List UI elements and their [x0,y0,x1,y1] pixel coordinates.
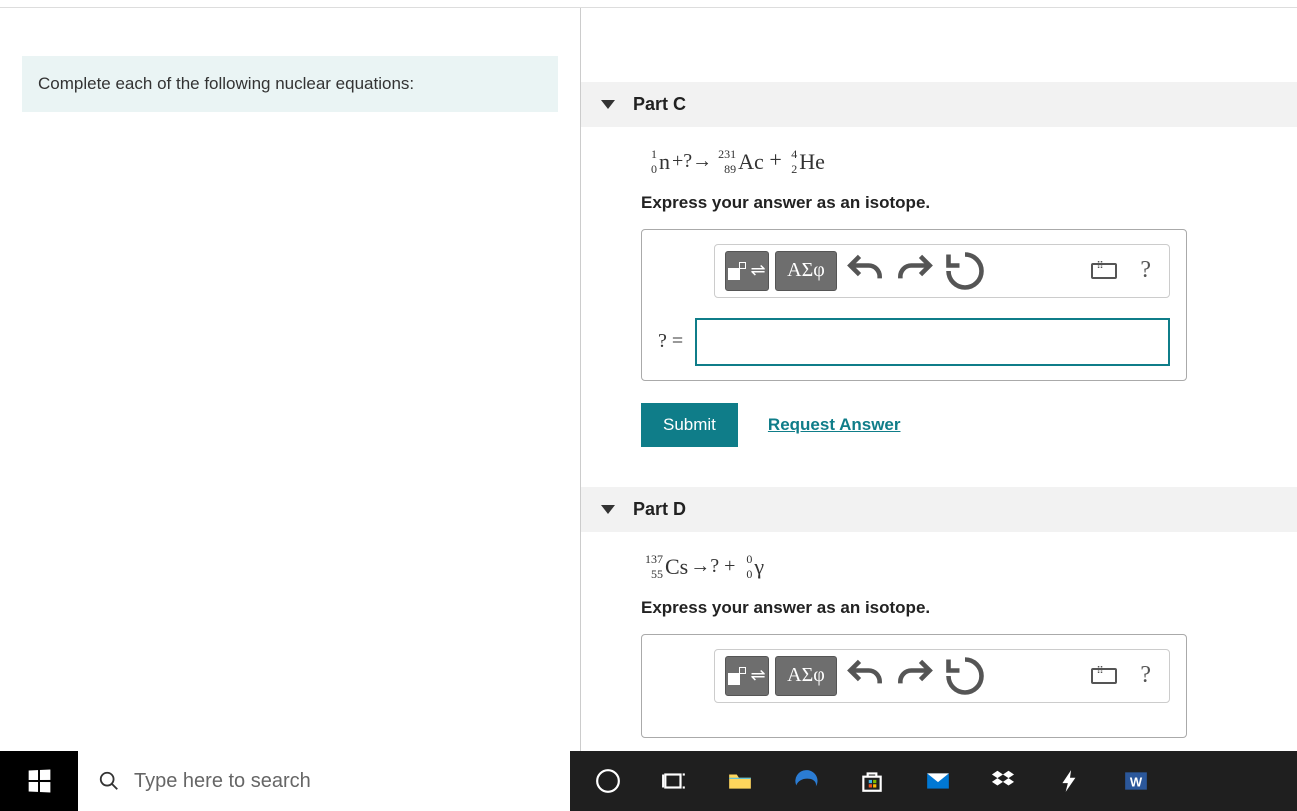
reset-button[interactable] [943,251,987,291]
circle-icon [595,768,621,794]
part-d-section: Part D 137 55 Cs →? + 0 0 γ Express your… [581,487,1297,738]
answer-input[interactable] [695,318,1170,366]
word-icon: W [1123,768,1149,794]
greek-letters-button[interactable]: ΑΣφ [775,656,837,696]
part-d-answer-box: ⇌ ΑΣφ [641,634,1187,738]
file-explorer-button[interactable] [726,767,754,795]
equation-text: +?→ [670,150,714,172]
app-button[interactable] [1056,767,1084,795]
task-view-icon [661,768,687,794]
template-button[interactable]: ⇌ [725,251,769,291]
mass-number: 0 [746,552,752,567]
part-c-equation: 1 0 n +?→ 231 89 Ac + 4 2 He [641,147,1297,175]
submit-button[interactable]: Submit [641,403,738,447]
part-c-section: Part C 1 0 n +?→ 231 89 Ac + 4 2 He [581,82,1297,447]
element-symbol: γ [752,554,764,579]
mass-number: 231 [718,147,736,162]
greek-letters-button[interactable]: ΑΣφ [775,251,837,291]
atomic-number: 2 [791,162,797,177]
undo-button[interactable] [843,656,887,696]
atomic-number: 0 [651,162,657,177]
redo-button[interactable] [893,656,937,696]
lightning-icon [1057,768,1083,794]
part-d-equation: 137 55 Cs →? + 0 0 γ [641,552,1297,580]
redo-icon [893,249,937,293]
dropbox-button[interactable] [990,767,1018,795]
help-button[interactable]: ? [1132,257,1159,284]
equation-toolbar: ⇌ ΑΣφ [714,649,1170,703]
content-area: Complete each of the following nuclear e… [0,8,1297,751]
equation-text: + [764,147,787,172]
left-panel: Complete each of the following nuclear e… [0,8,580,751]
element-symbol: Cs [663,554,688,579]
keyboard-button[interactable] [1082,251,1126,291]
part-c-body: 1 0 n +?→ 231 89 Ac + 4 2 He Express you… [581,127,1297,447]
element-symbol: He [797,149,825,174]
action-row: Submit Request Answer [641,403,1297,447]
redo-button[interactable] [893,251,937,291]
part-c-instruction: Express your answer as an isotope. [641,193,1297,213]
part-c-title: Part C [633,94,686,115]
taskbar-search[interactable]: Type here to search [78,751,570,811]
part-d-title: Part D [633,499,686,520]
mail-icon [925,768,951,794]
cortana-button[interactable] [594,767,622,795]
atomic-number: 0 [746,567,752,582]
top-border [0,0,1297,8]
element-symbol: Ac [736,149,764,174]
atomic-number: 89 [724,162,736,177]
element-symbol: n [657,149,670,174]
dropbox-icon [991,768,1017,794]
input-label: ? = [658,330,683,353]
part-d-header[interactable]: Part D [581,487,1297,532]
edge-button[interactable] [792,767,820,795]
reset-icon [943,654,987,698]
arrows-icon: ⇌ [750,665,765,686]
store-button[interactable] [858,767,886,795]
right-panel: Part C 1 0 n +?→ 231 89 Ac + 4 2 He [581,8,1297,751]
windows-taskbar: Type here to search W [0,751,1297,811]
undo-button[interactable] [843,251,887,291]
start-button[interactable] [0,751,78,811]
task-view-button[interactable] [660,767,688,795]
input-row: ? = [658,318,1170,366]
chevron-down-icon [601,100,615,109]
keyboard-icon [1091,263,1117,279]
undo-icon [843,654,887,698]
part-d-body: 137 55 Cs →? + 0 0 γ Express your answer… [581,532,1297,738]
keyboard-icon [1091,668,1117,684]
equation-text: →? + [688,555,742,577]
reset-icon [943,249,987,293]
arrows-icon: ⇌ [750,260,765,281]
svg-text:W: W [1130,774,1143,789]
keyboard-button[interactable] [1082,656,1126,696]
superscript-icon [728,667,746,685]
windows-logo-icon [29,769,51,792]
folder-icon [727,768,753,794]
mass-number: 137 [645,552,663,567]
search-placeholder: Type here to search [134,770,311,793]
part-c-answer-box: ⇌ ΑΣφ [641,229,1187,381]
template-button[interactable]: ⇌ [725,656,769,696]
superscript-icon [728,262,746,280]
search-icon [98,770,120,792]
word-button[interactable]: W [1122,767,1150,795]
mass-number: 1 [651,147,657,162]
atomic-number: 55 [651,567,663,582]
question-instruction: Complete each of the following nuclear e… [22,56,558,112]
mail-button[interactable] [924,767,952,795]
store-icon [859,768,885,794]
part-d-instruction: Express your answer as an isotope. [641,598,1297,618]
reset-button[interactable] [943,656,987,696]
chevron-down-icon [601,505,615,514]
mass-number: 4 [791,147,797,162]
request-answer-link[interactable]: Request Answer [768,415,901,435]
edge-icon [793,768,819,794]
undo-icon [843,249,887,293]
redo-icon [893,654,937,698]
equation-toolbar: ⇌ ΑΣφ [714,244,1170,298]
part-c-header[interactable]: Part C [581,82,1297,127]
help-button[interactable]: ? [1132,662,1159,689]
taskbar-icons: W [570,751,1297,811]
